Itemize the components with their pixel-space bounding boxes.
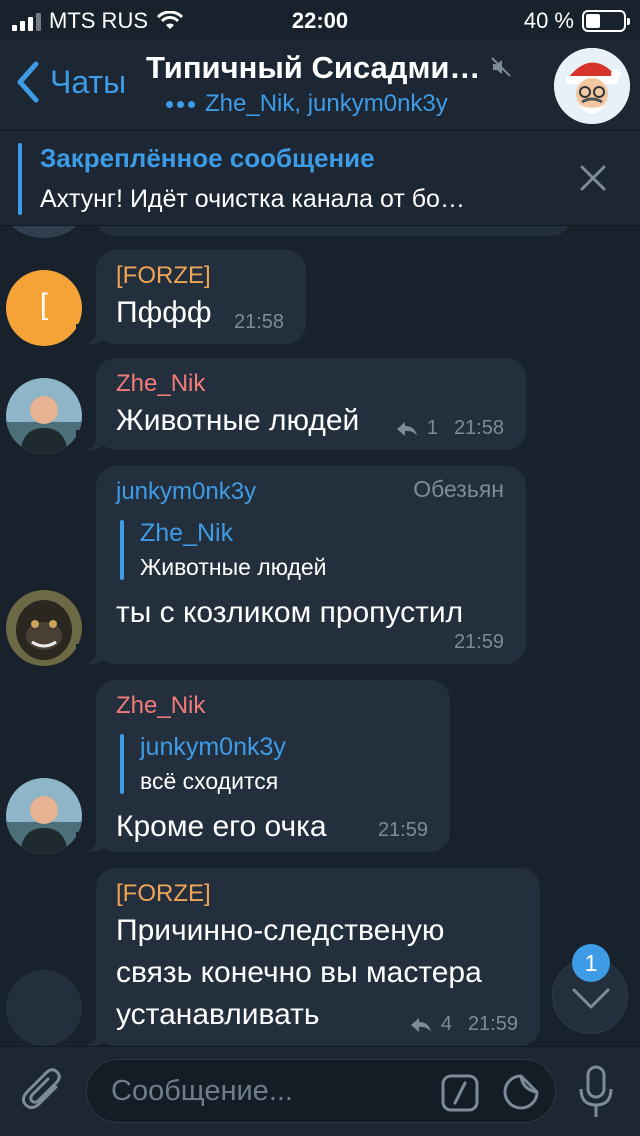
back-label: Чаты [50, 63, 127, 100]
avatar[interactable] [6, 378, 82, 454]
reply-quote-name: junkym0nk3y [140, 733, 286, 761]
message-text-line: Причинно-следственую [116, 914, 445, 947]
message-meta: 21:58 [234, 311, 284, 334]
mic-icon[interactable] [578, 1065, 614, 1119]
message-meta: 21:59 [378, 819, 428, 842]
message-input[interactable] [111, 1070, 431, 1112]
message-sender[interactable]: Zhe_Nik [116, 690, 430, 722]
message-bubble[interactable]: [FORZE] Причинно-следственую связь конеч… [76, 868, 540, 1046]
status-right: 40 % [523, 8, 630, 34]
message-time: 21:59 [453, 631, 504, 653]
reply-arrow-icon [396, 421, 417, 436]
message-bubble[interactable]: [FORZE] Пффф 21:58 [76, 250, 306, 344]
avatar[interactable]: [ [6, 270, 82, 346]
command-icon[interactable] [441, 1074, 479, 1112]
message-meta: 4 21:59 [409, 1013, 518, 1036]
message-list[interactable]: [ [FORZE] Пффф 21:58 Zhe_Nik Животные лю… [0, 226, 640, 1046]
message-meta: 1 21:58 [395, 417, 504, 440]
avatar-letter: [ [39, 288, 49, 321]
reply-arrow-icon [410, 1017, 431, 1032]
message-meta: 21:59 [454, 631, 504, 654]
pinned-title: Закреплённое сообщение [40, 143, 375, 173]
message-bubble[interactable]: Zhe_Nik junkym0nk3y всё сходится Кроме е… [76, 680, 450, 852]
reply-quote[interactable]: junkym0nk3y всё сходится [120, 730, 430, 798]
status-bar: MTS RUS 22:00 40 % [0, 0, 640, 40]
battery-percent: 40 % [523, 8, 574, 33]
back-chevron-icon [17, 61, 39, 103]
avatar[interactable] [6, 970, 82, 1046]
message-bubble[interactable]: junkym0nk3y Обезьян Zhe_Nik Животные люд… [76, 466, 526, 664]
attach-icon[interactable] [20, 1065, 66, 1115]
reply-quote-text: Животные людей [140, 554, 327, 580]
message-time: 21:59 [467, 1013, 518, 1035]
message-time: 21:58 [233, 311, 284, 333]
avatar[interactable] [6, 226, 82, 238]
typing-users: Zhe_Nik, junkym0nk3y [205, 90, 448, 117]
message-sender[interactable]: Zhe_Nik [116, 368, 506, 400]
typing-dots-icon [166, 100, 195, 108]
reply-count[interactable]: 4 [441, 1013, 452, 1036]
message-time: 21:58 [453, 417, 504, 439]
message-bubble-partial [96, 226, 570, 236]
battery-fill [586, 14, 600, 28]
composer [0, 1046, 640, 1136]
member-role: Обезьян [413, 476, 504, 502]
unread-badge: 1 [572, 944, 610, 982]
message-input-container[interactable] [86, 1059, 556, 1123]
reply-count[interactable]: 1 [427, 417, 438, 440]
avatar[interactable] [6, 590, 82, 666]
back-button[interactable]: Чаты [14, 60, 126, 104]
message-bubble[interactable]: Zhe_Nik Животные людей 1 21:58 [76, 358, 526, 450]
avatar[interactable] [6, 778, 82, 854]
reply-quote-text: всё сходится [140, 768, 279, 794]
message-sender[interactable]: [FORZE] [116, 878, 520, 910]
mute-icon [490, 50, 512, 86]
pinned-accent-bar [18, 143, 22, 215]
chat-avatar[interactable] [554, 48, 630, 124]
message-text: ты с козликом пропустил [116, 596, 464, 629]
pinned-text: Ахтунг! Идёт очистка канала от бо… [40, 185, 465, 213]
reply-quote-name: Zhe_Nik [140, 519, 234, 547]
typing-indicator: Zhe_Nik, junkym0nk3y [166, 90, 448, 118]
chat-title-row[interactable]: Типичный Сисадми… [146, 50, 536, 86]
close-icon[interactable] [578, 163, 608, 193]
chevron-down-icon [572, 988, 610, 1009]
message-time: 21:59 [377, 819, 428, 841]
chat-title: Типичный Сисадми… [146, 50, 481, 85]
battery-icon [582, 10, 630, 32]
reply-quote[interactable]: Zhe_Nik Животные людей [120, 516, 506, 584]
message-text-line: связь конечно вы мастера [116, 956, 482, 989]
chat-header: Чаты Типичный Сисадми… Zhe_Nik, junkym0n… [0, 40, 640, 130]
message-sender[interactable]: [FORZE] [116, 260, 286, 292]
pinned-message[interactable]: Закреплённое сообщение Ахтунг! Идёт очис… [0, 130, 640, 226]
sticker-icon[interactable] [501, 1072, 541, 1112]
